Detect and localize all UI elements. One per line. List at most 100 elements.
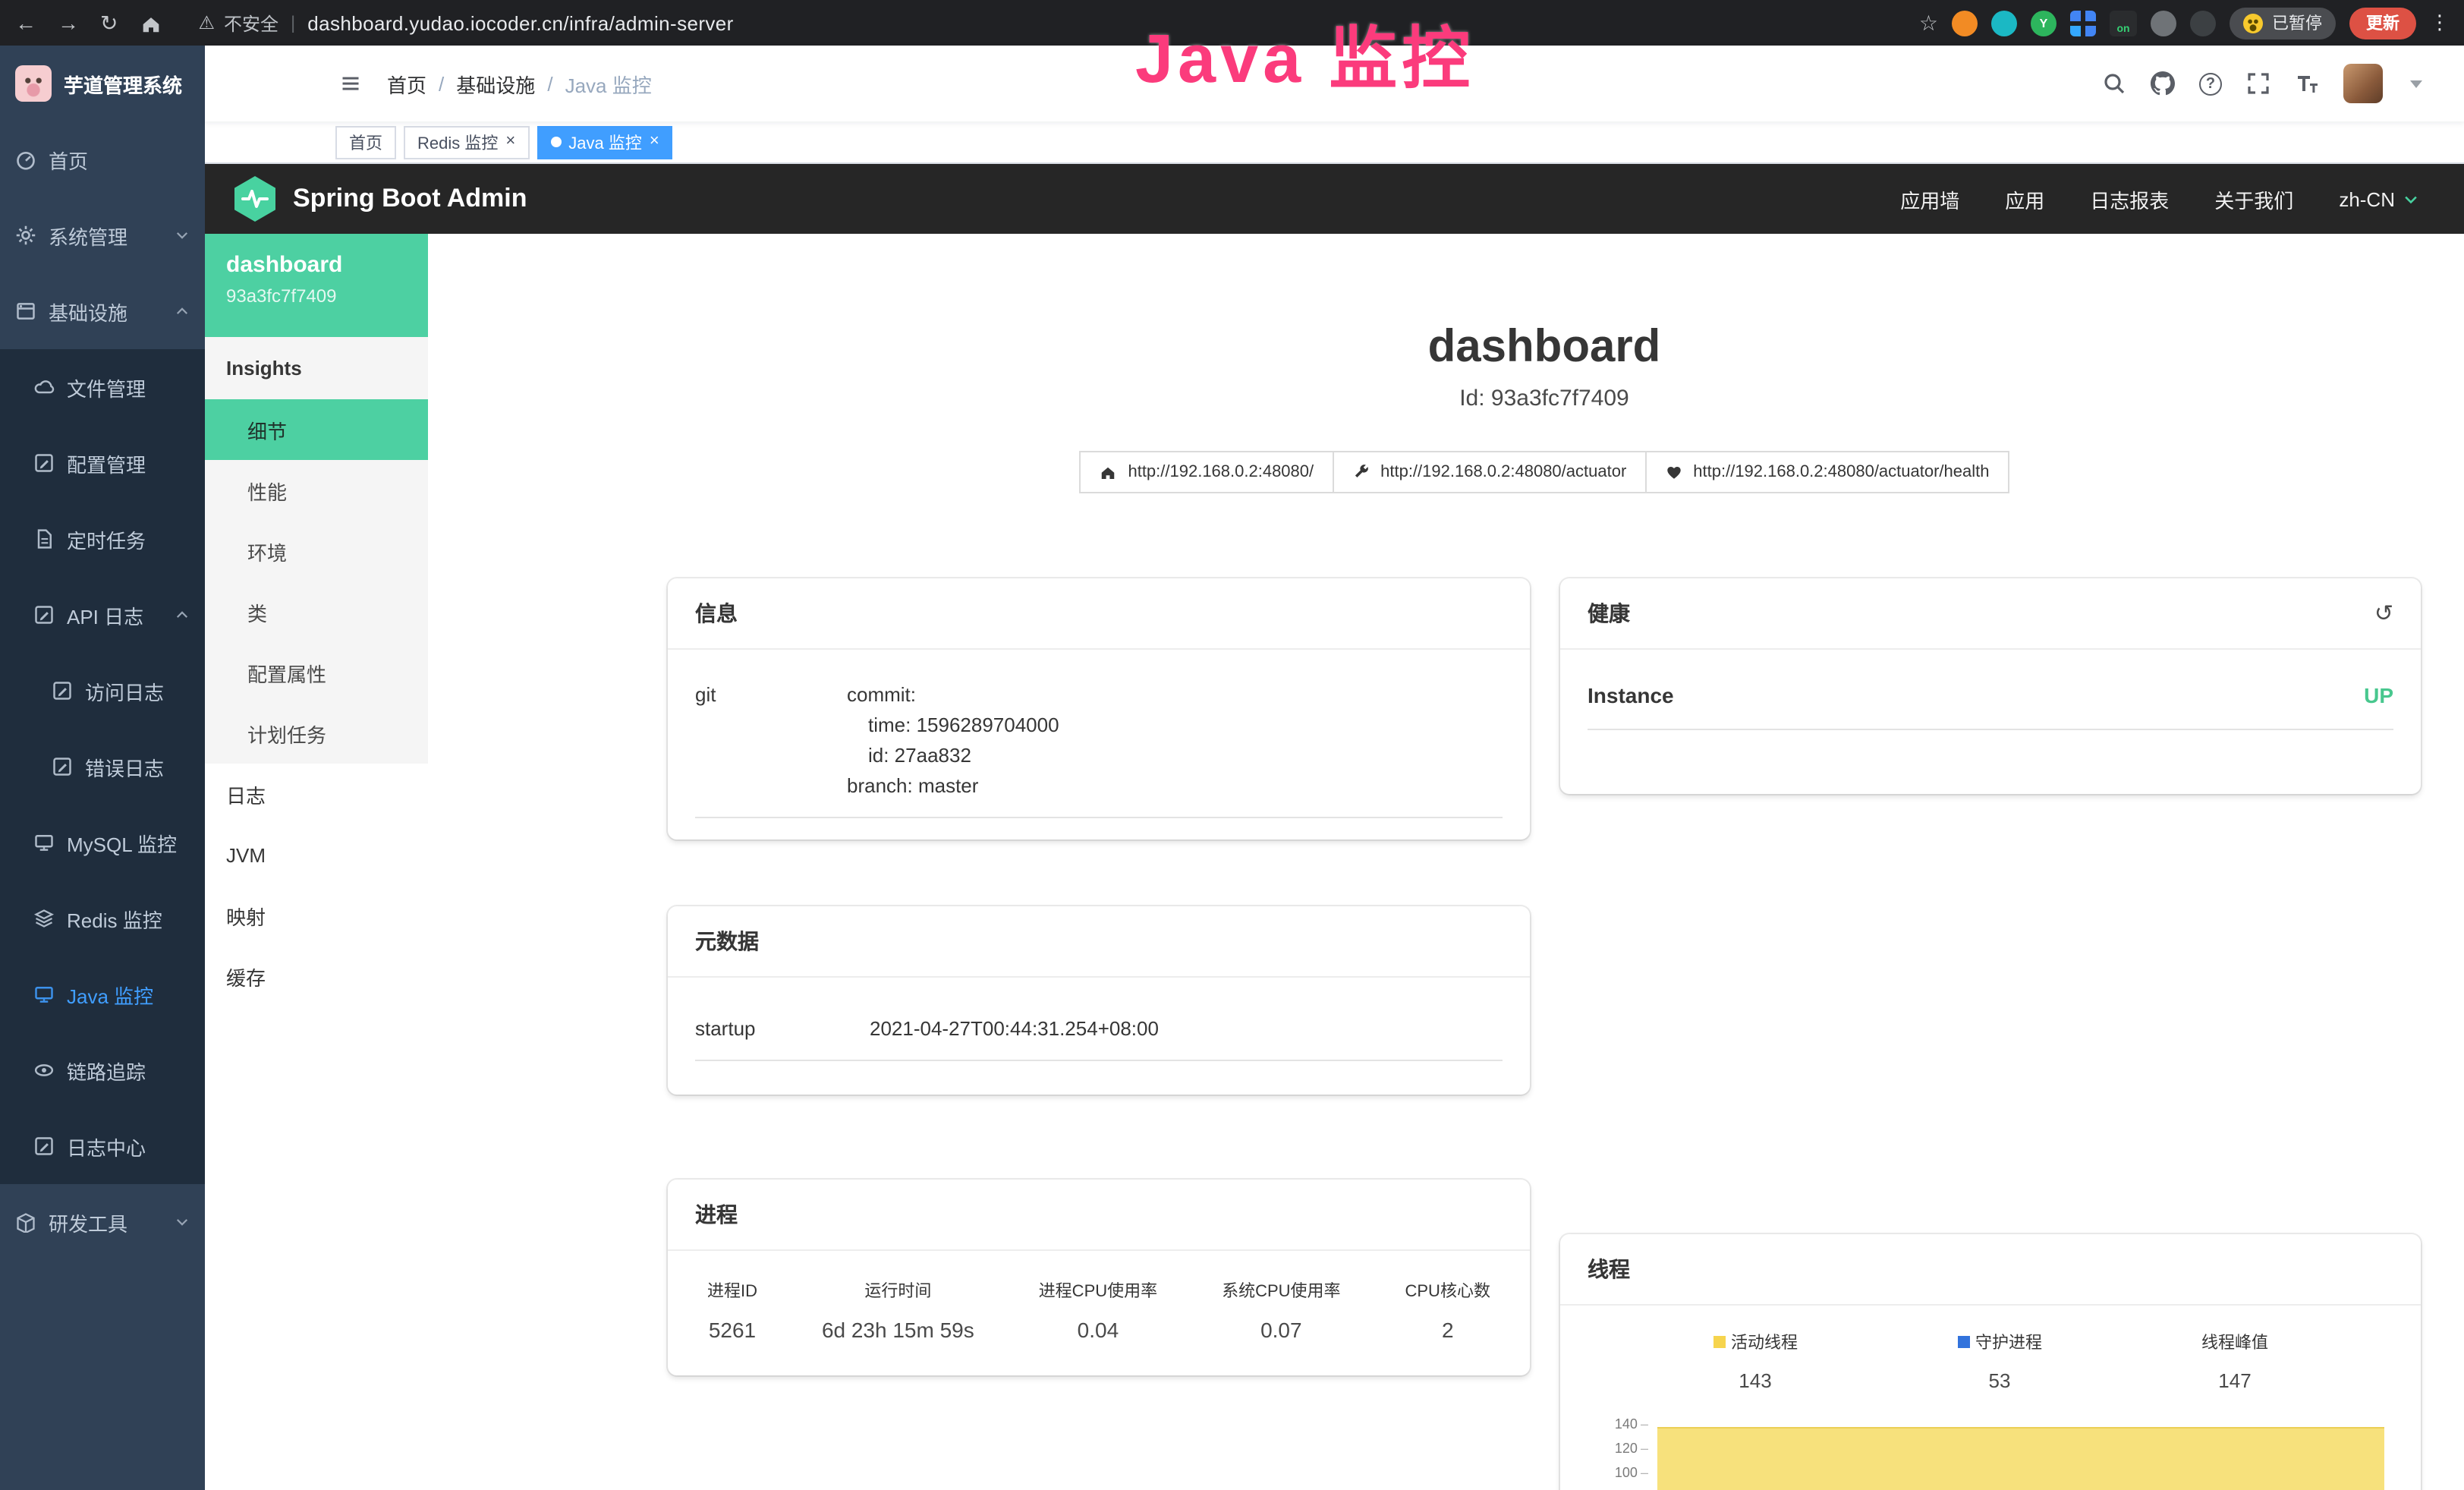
- help-icon[interactable]: ?: [2199, 72, 2222, 95]
- sba-menu-item-config-props[interactable]: 配置属性: [205, 642, 428, 703]
- health-url-link[interactable]: http://192.168.0.2:48080/actuator/health: [1644, 451, 2009, 493]
- sidebar-item-label: Java 监控: [67, 980, 153, 1009]
- extension-icon-green[interactable]: Y: [2031, 10, 2056, 36]
- sba-menu-item-performance[interactable]: 性能: [205, 460, 428, 521]
- sidebar-item-label: 访问日志: [85, 676, 164, 705]
- sba-logo-icon: [232, 176, 278, 222]
- address-bar[interactable]: 不安全 | dashboard.yudao.iocoder.cn/infra/a…: [198, 10, 733, 36]
- sidebar-item-infrastructure[interactable]: 基础设施: [0, 273, 205, 349]
- sba-menu-item-environment[interactable]: 环境: [205, 521, 428, 581]
- eye-icon: [33, 1060, 55, 1081]
- home-icon[interactable]: [139, 11, 162, 34]
- sba-brand[interactable]: Spring Boot Admin: [232, 176, 527, 222]
- sba-menu-item-classes[interactable]: 类: [205, 581, 428, 642]
- sidebar-item-scheduled-jobs[interactable]: 定时任务: [0, 501, 205, 577]
- sidebar-item-access-logs[interactable]: 访问日志: [0, 653, 205, 729]
- font-size-icon[interactable]: [2295, 71, 2319, 96]
- breadcrumb-separator: /: [439, 72, 444, 95]
- tab-label: 首页: [349, 130, 382, 154]
- sba-language-select[interactable]: zh-CN: [2339, 187, 2419, 210]
- close-icon[interactable]: [650, 134, 659, 150]
- sba-menu-item-jvm[interactable]: JVM: [205, 824, 428, 885]
- sidebar-item-home[interactable]: 首页: [0, 121, 205, 197]
- sba-nav-applications[interactable]: 应用: [2005, 184, 2044, 213]
- sidebar-item-redis-monitor[interactable]: Redis 监控: [0, 880, 205, 956]
- browser-menu-icon[interactable]: [2430, 11, 2450, 35]
- tab-java-monitor[interactable]: Java 监控: [537, 125, 672, 159]
- chrome-update-button[interactable]: 更新: [2349, 7, 2416, 39]
- git-branch-line: branch: master: [847, 771, 1059, 802]
- tab-redis-monitor[interactable]: Redis 监控: [404, 125, 529, 159]
- sidebar-item-system-mgmt[interactable]: 系统管理: [0, 197, 205, 273]
- app-logo[interactable]: 芋道管理系统: [0, 46, 205, 121]
- legend-value: 143: [1713, 1369, 1798, 1392]
- search-icon[interactable]: [2102, 71, 2126, 96]
- page-title: dashboard: [668, 322, 2421, 373]
- legend-peak-threads: 线程峰值 147: [2201, 1330, 2268, 1392]
- gauge-icon: [15, 149, 36, 170]
- extensions-puzzle-icon[interactable]: [2190, 10, 2216, 36]
- sba-nav-journal[interactable]: 日志报表: [2090, 184, 2169, 213]
- stat-pid: 进程ID 5261: [707, 1278, 757, 1342]
- sidebar-item-java-monitor[interactable]: Java 监控: [0, 956, 205, 1032]
- legend-label: 守护进程: [1975, 1330, 2042, 1354]
- card-title: 信息: [695, 598, 738, 628]
- service-url-link[interactable]: http://192.168.0.2:48080/: [1079, 451, 1333, 493]
- actuator-url-link[interactable]: http://192.168.0.2:48080/actuator: [1332, 451, 1646, 493]
- user-avatar[interactable]: [2343, 64, 2383, 103]
- sba-brand-title: Spring Boot Admin: [293, 184, 527, 214]
- edit-icon: [33, 1136, 55, 1157]
- url-text[interactable]: dashboard.yudao.iocoder.cn/infra/admin-s…: [307, 11, 733, 34]
- app-sidebar: 芋道管理系统 首页 系统管理 基础设施: [0, 46, 205, 1490]
- sba-nav-about[interactable]: 关于我们: [2214, 184, 2293, 213]
- extension-icon-orange[interactable]: [1952, 10, 1978, 36]
- extension-icon-gray[interactable]: [2151, 10, 2176, 36]
- sidebar-item-api-logs[interactable]: API 日志: [0, 577, 205, 653]
- tab-label: Java 监控: [568, 130, 642, 154]
- sidebar-item-dev-tools[interactable]: 研发工具: [0, 1184, 205, 1260]
- git-commit-line: commit:: [847, 680, 1059, 710]
- extension-icon-teal[interactable]: [1991, 10, 2017, 36]
- sba-menu-item-logs[interactable]: 日志: [205, 764, 428, 824]
- hamburger-icon[interactable]: [338, 73, 363, 94]
- history-icon[interactable]: [2374, 600, 2393, 627]
- home-icon: [1099, 463, 1117, 481]
- tab-home[interactable]: 首页: [335, 125, 396, 159]
- legend-label: 线程峰值: [2201, 1330, 2268, 1354]
- sidebar-item-label: 系统管理: [49, 221, 127, 250]
- forward-icon[interactable]: [58, 11, 79, 35]
- caret-down-icon[interactable]: [2410, 80, 2422, 87]
- app-title: 芋道管理系统: [64, 69, 182, 98]
- health-instance-row[interactable]: Instance UP: [1588, 671, 2393, 730]
- close-icon[interactable]: [505, 134, 515, 150]
- breadcrumb-infrastructure[interactable]: 基础设施: [456, 69, 535, 98]
- extension-icon-grid[interactable]: [2070, 10, 2096, 36]
- fullscreen-icon[interactable]: [2246, 71, 2270, 96]
- sba-menu-item-caches[interactable]: 缓存: [205, 946, 428, 1006]
- sidebar-item-log-center[interactable]: 日志中心: [0, 1108, 205, 1184]
- reload-icon[interactable]: [100, 10, 118, 36]
- profile-paused-badge[interactable]: 已暂停: [2230, 7, 2336, 39]
- back-icon[interactable]: [15, 11, 36, 35]
- sidebar-item-trace[interactable]: 链路追踪: [0, 1032, 205, 1108]
- sba-navbar: Spring Boot Admin 应用墙 应用 日志报表 关于我们 zh-CN: [205, 164, 2464, 234]
- bookmark-star-icon[interactable]: [1919, 10, 1938, 36]
- sba-menu-item-details[interactable]: 细节: [205, 399, 428, 460]
- breadcrumb-current: Java 监控: [565, 69, 652, 98]
- metadata-startup-row: startup 2021-04-27T00:44:31.254+08:00: [695, 1005, 1503, 1061]
- github-icon[interactable]: [2151, 71, 2175, 96]
- sidebar-item-file-mgmt[interactable]: 文件管理: [0, 349, 205, 425]
- extension-icon-on-badge[interactable]: on: [2110, 10, 2137, 36]
- metadata-key: startup: [695, 1014, 870, 1044]
- app-logo-icon: [15, 65, 52, 102]
- breadcrumb-home[interactable]: 首页: [387, 69, 426, 98]
- sidebar-item-mysql-monitor[interactable]: MySQL 监控: [0, 805, 205, 880]
- sba-menu-item-mappings[interactable]: 映射: [205, 885, 428, 946]
- sba-menu-item-scheduled-tasks[interactable]: 计划任务: [205, 703, 428, 764]
- legend-live-threads: 活动线程 143: [1713, 1330, 1798, 1392]
- sba-nav-wallboard[interactable]: 应用墙: [1900, 184, 1959, 213]
- sidebar-item-label: 日志中心: [67, 1132, 146, 1161]
- sidebar-item-error-logs[interactable]: 错误日志: [0, 729, 205, 805]
- sba-instance-header[interactable]: dashboard 93a3fc7f7409: [205, 234, 428, 337]
- sidebar-item-config-mgmt[interactable]: 配置管理: [0, 425, 205, 501]
